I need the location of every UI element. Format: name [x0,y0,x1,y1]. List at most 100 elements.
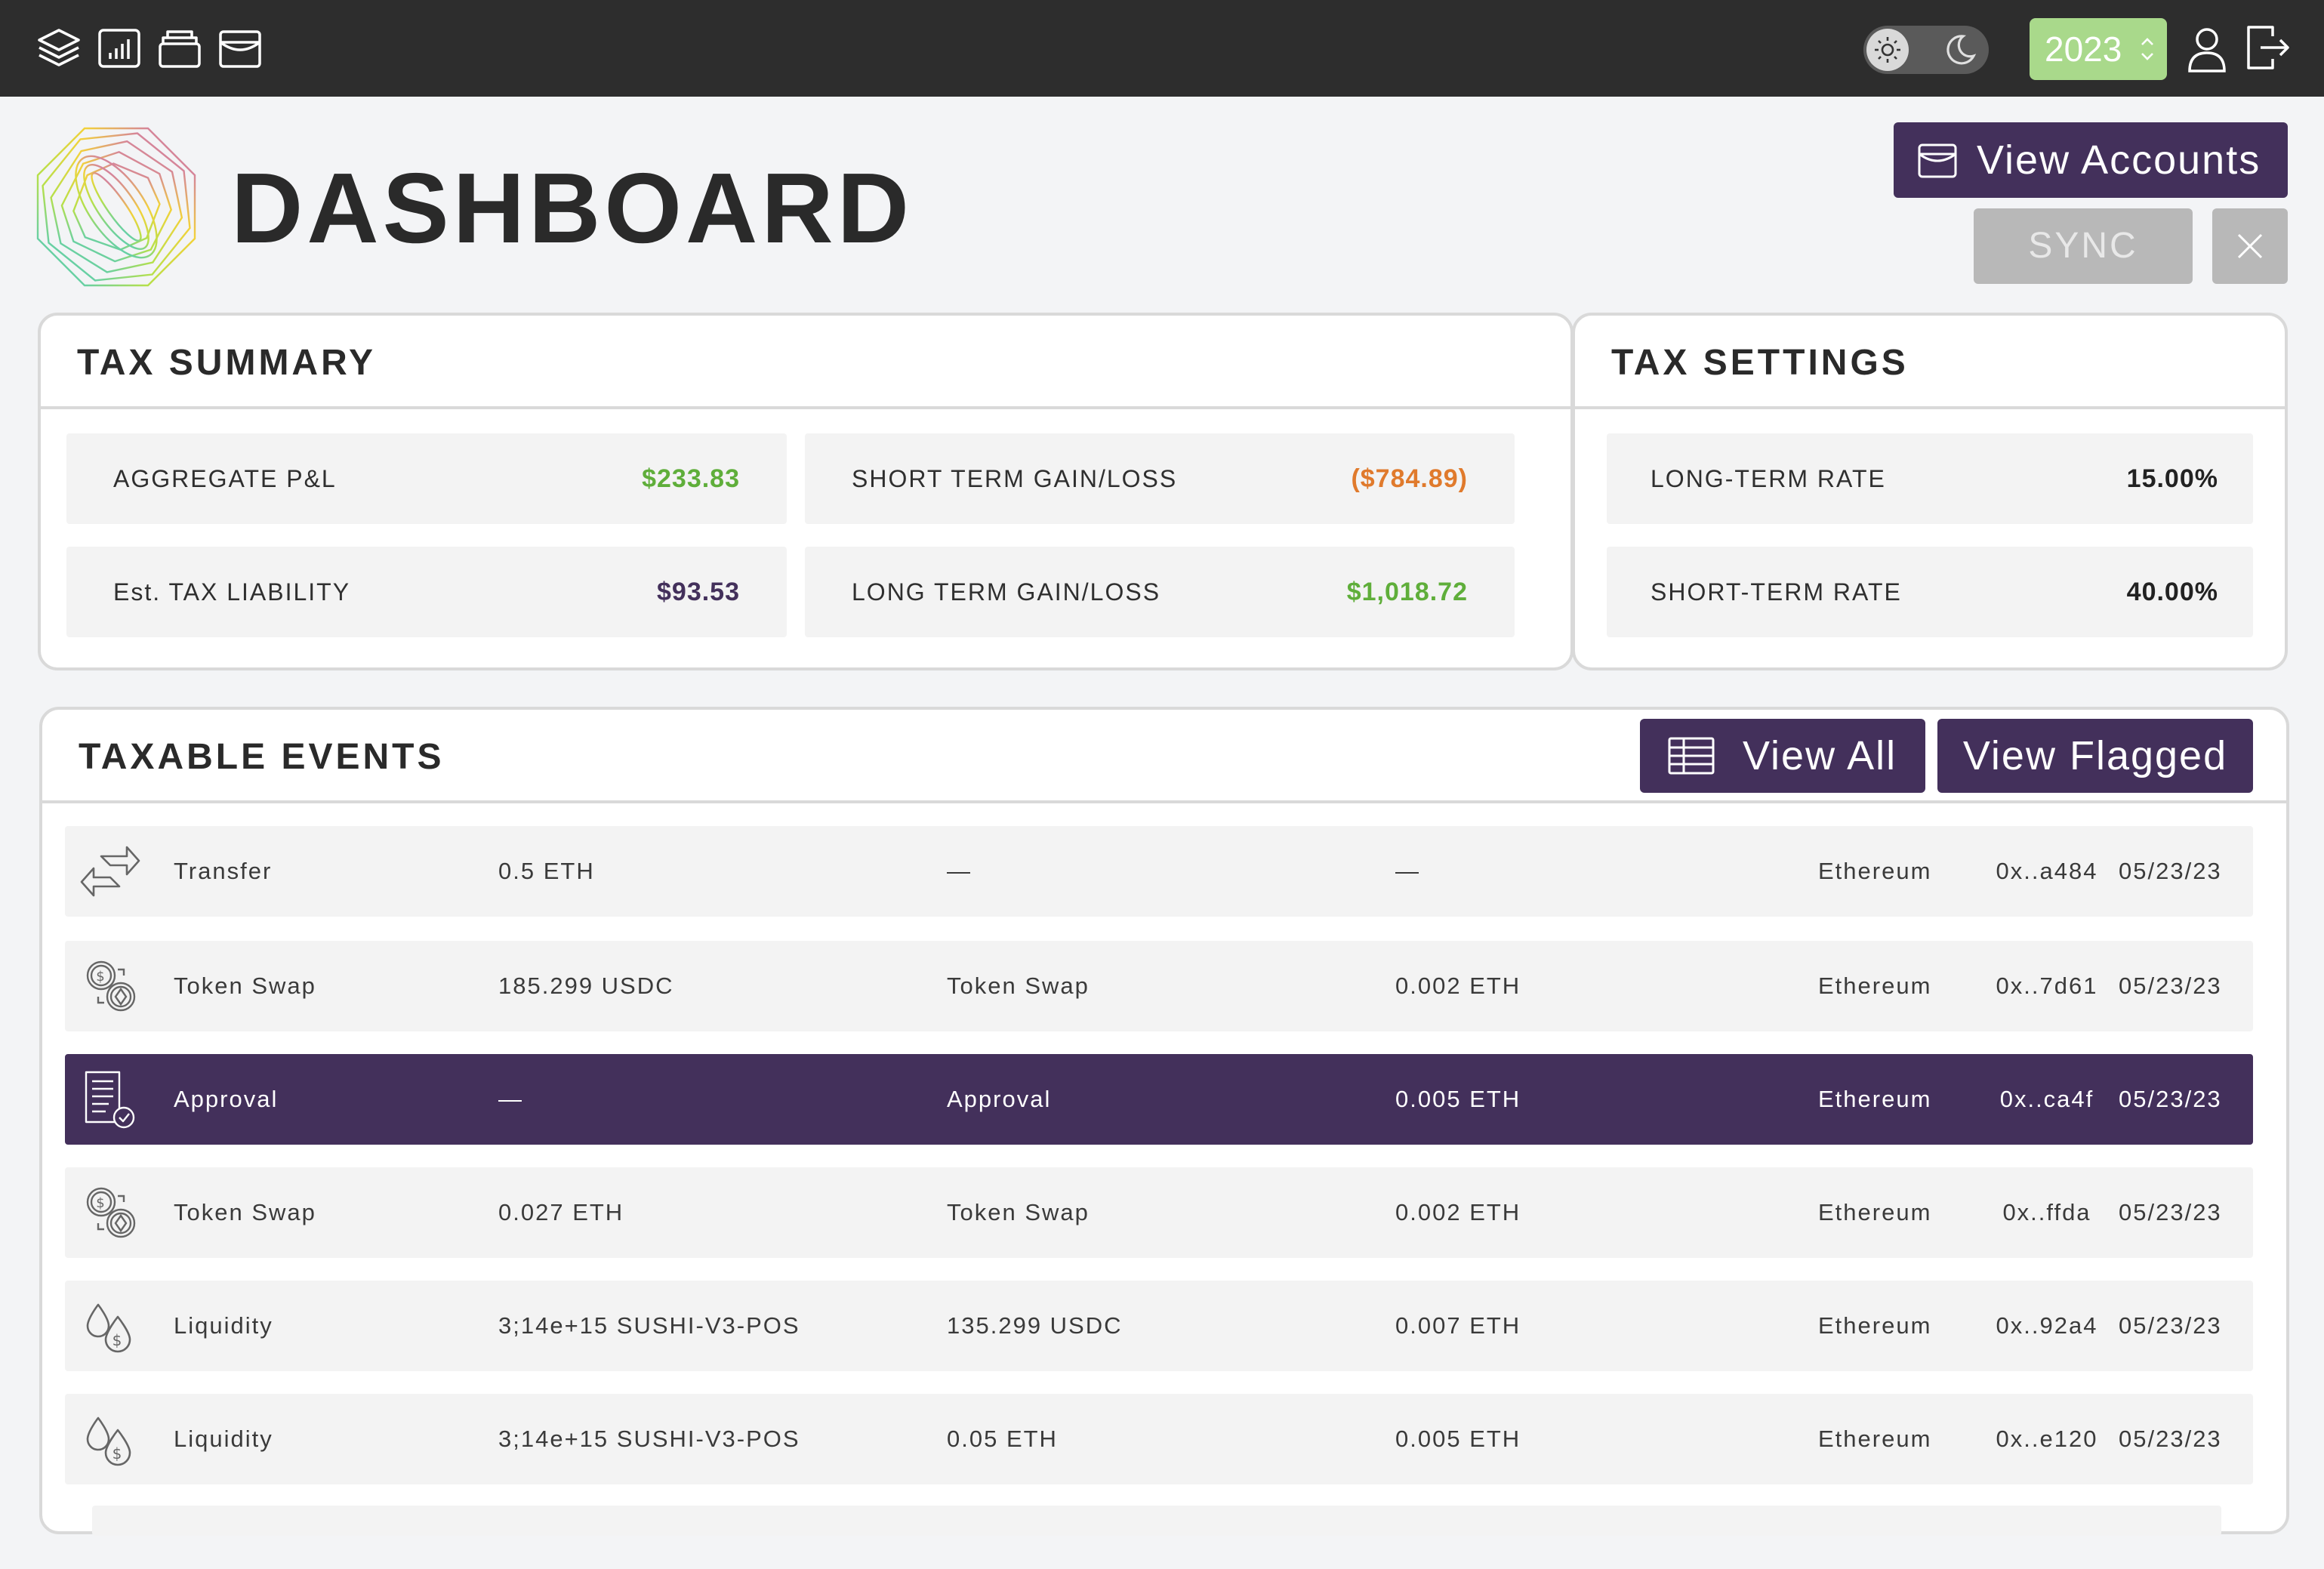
svg-text:$: $ [96,969,106,985]
est-tax-liability-value: $93.53 [657,577,740,606]
tax-summary-title: TAX SUMMARY [77,343,376,383]
layers-icon[interactable] [32,21,86,76]
short-term-gain-loss-value: ($784.89) [1351,464,1468,493]
view-flagged-button[interactable]: View Flagged [1937,719,2253,793]
table-icon [1668,737,1715,775]
event-fee: 0.005 ETH [1395,1086,1521,1112]
tile-label: SHORT TERM GAIN/LOSS [852,464,1178,492]
view-all-button[interactable]: View All [1640,719,1925,793]
table-row[interactable]: $ Liquidity 3;14e+15 SUSHI-V3-POS 135.29… [65,1281,2253,1371]
table-row[interactable]: $ Token Swap 185.299 USDC Token Swap 0.0… [65,941,2253,1031]
table-row[interactable]: Transfer 0.5 ETH — — Ethereum 0x..a484 0… [65,826,2253,917]
sun-icon [1866,29,1909,71]
event-amount: 0.027 ETH [498,1199,624,1225]
tile-label: LONG-TERM RATE [1651,464,1886,492]
view-accounts-button[interactable]: View Accounts [1894,122,2288,198]
event-type: Approval [174,1086,279,1112]
event-fee: 0.005 ETH [1395,1426,1521,1452]
short-term-gain-loss-tile: SHORT TERM GAIN/LOSS ($784.89) [805,433,1515,524]
event-date: 05/23/23 [2119,973,2222,999]
aggregate-pl-value: $233.83 [642,464,740,493]
divider [41,406,1570,409]
event-fee: 0.002 ETH [1395,1199,1521,1225]
event-hash[interactable]: 0x..a484 [1977,826,2117,917]
liquidity-icon: $ [79,1296,142,1356]
token-swap-icon: $ [79,956,142,1016]
close-button[interactable] [2212,208,2288,284]
event-fee: 0.007 ETH [1395,1312,1521,1339]
moon-icon [1940,30,1980,69]
event-type: Liquidity [174,1426,273,1452]
event-date: 05/23/23 [2119,858,2222,884]
event-hash[interactable]: 0x..ca4f [1977,1054,2117,1145]
event-fee: — [1395,858,1420,884]
event-date: 05/23/23 [2119,1426,2222,1452]
table-row[interactable]: Approval — Approval 0.005 ETH Ethereum 0… [65,1054,2253,1145]
token-swap-icon: $ [79,1182,142,1243]
view-all-label: View All [1743,733,1897,778]
tax-settings-card: TAX SETTINGS LONG-TERM RATE 15.00% SHORT… [1572,313,2288,670]
tile-label: AGGREGATE P&L [113,464,337,492]
tile-label: SHORT-TERM RATE [1651,578,1902,606]
svg-text:$: $ [96,1195,106,1211]
event-amount: 0.5 ETH [498,858,595,884]
long-term-rate-value: 15.00% [2126,464,2218,493]
table-row-partial [92,1506,2221,1536]
aggregate-pl-tile: AGGREGATE P&L $233.83 [66,433,787,524]
tile-label: Est. TAX LIABILITY [113,578,351,606]
divider [42,800,2286,803]
liquidity-icon: $ [79,1409,142,1469]
event-chain: Ethereum [1818,1426,1932,1452]
event-received: — [947,858,972,884]
event-received: 0.05 ETH [947,1426,1058,1452]
tax-summary-card: TAX SUMMARY AGGREGATE P&L $233.83 SHORT … [38,313,1573,670]
event-amount: 185.299 USDC [498,973,674,999]
table-row[interactable]: $ Token Swap 0.027 ETH Token Swap 0.002 … [65,1167,2253,1258]
event-date: 05/23/23 [2119,1312,2222,1339]
wallet-icon[interactable] [213,21,267,76]
long-term-rate-tile[interactable]: LONG-TERM RATE 15.00% [1607,433,2253,524]
event-hash[interactable]: 0x..e120 [1977,1394,2117,1484]
svg-text:$: $ [113,1331,124,1349]
transfer-icon [79,841,142,902]
user-icon[interactable] [2182,23,2232,77]
svg-text:$: $ [113,1444,124,1463]
taxable-events-title: TAXABLE EVENTS [79,737,445,777]
event-chain: Ethereum [1818,1086,1932,1112]
bar-chart-icon[interactable] [92,21,146,76]
divider [1575,406,2285,409]
event-type: Token Swap [174,1199,316,1225]
event-type: Token Swap [174,973,316,999]
event-received: Token Swap [947,1199,1090,1225]
stack-icon[interactable] [153,21,207,76]
long-term-gain-loss-tile: LONG TERM GAIN/LOSS $1,018.72 [805,547,1515,637]
year-select[interactable]: 2023 [2030,18,2167,80]
event-chain: Ethereum [1818,1199,1932,1225]
event-date: 05/23/23 [2119,1199,2222,1225]
short-term-rate-tile[interactable]: SHORT-TERM RATE 40.00% [1607,547,2253,637]
table-row[interactable]: $ Liquidity 3;14e+15 SUSHI-V3-POS 0.05 E… [65,1394,2253,1484]
event-fee: 0.002 ETH [1395,973,1521,999]
long-term-gain-loss-value: $1,018.72 [1346,577,1468,606]
event-chain: Ethereum [1818,858,1932,884]
event-hash[interactable]: 0x..92a4 [1977,1281,2117,1371]
approval-document-icon [79,1069,142,1130]
event-chain: Ethereum [1818,973,1932,999]
event-amount: 3;14e+15 SUSHI-V3-POS [498,1312,800,1339]
event-type: Liquidity [174,1312,273,1339]
short-term-rate-value: 40.00% [2126,577,2218,606]
event-date: 05/23/23 [2119,1086,2222,1112]
event-received: 135.299 USDC [947,1312,1123,1339]
close-icon [2237,233,2263,259]
top-bar: 2023 [0,0,2324,97]
event-chain: Ethereum [1818,1312,1932,1339]
view-accounts-label: View Accounts [1977,137,2261,183]
event-type: Transfer [174,858,273,884]
event-hash[interactable]: 0x..ffda [1977,1167,2117,1258]
theme-toggle[interactable] [1863,26,1989,74]
sync-button[interactable]: SYNC [1974,208,2193,284]
event-amount: — [498,1086,523,1112]
chevron-up-down-icon [2141,38,2153,60]
logout-icon[interactable] [2242,21,2292,74]
event-hash[interactable]: 0x..7d61 [1977,941,2117,1031]
